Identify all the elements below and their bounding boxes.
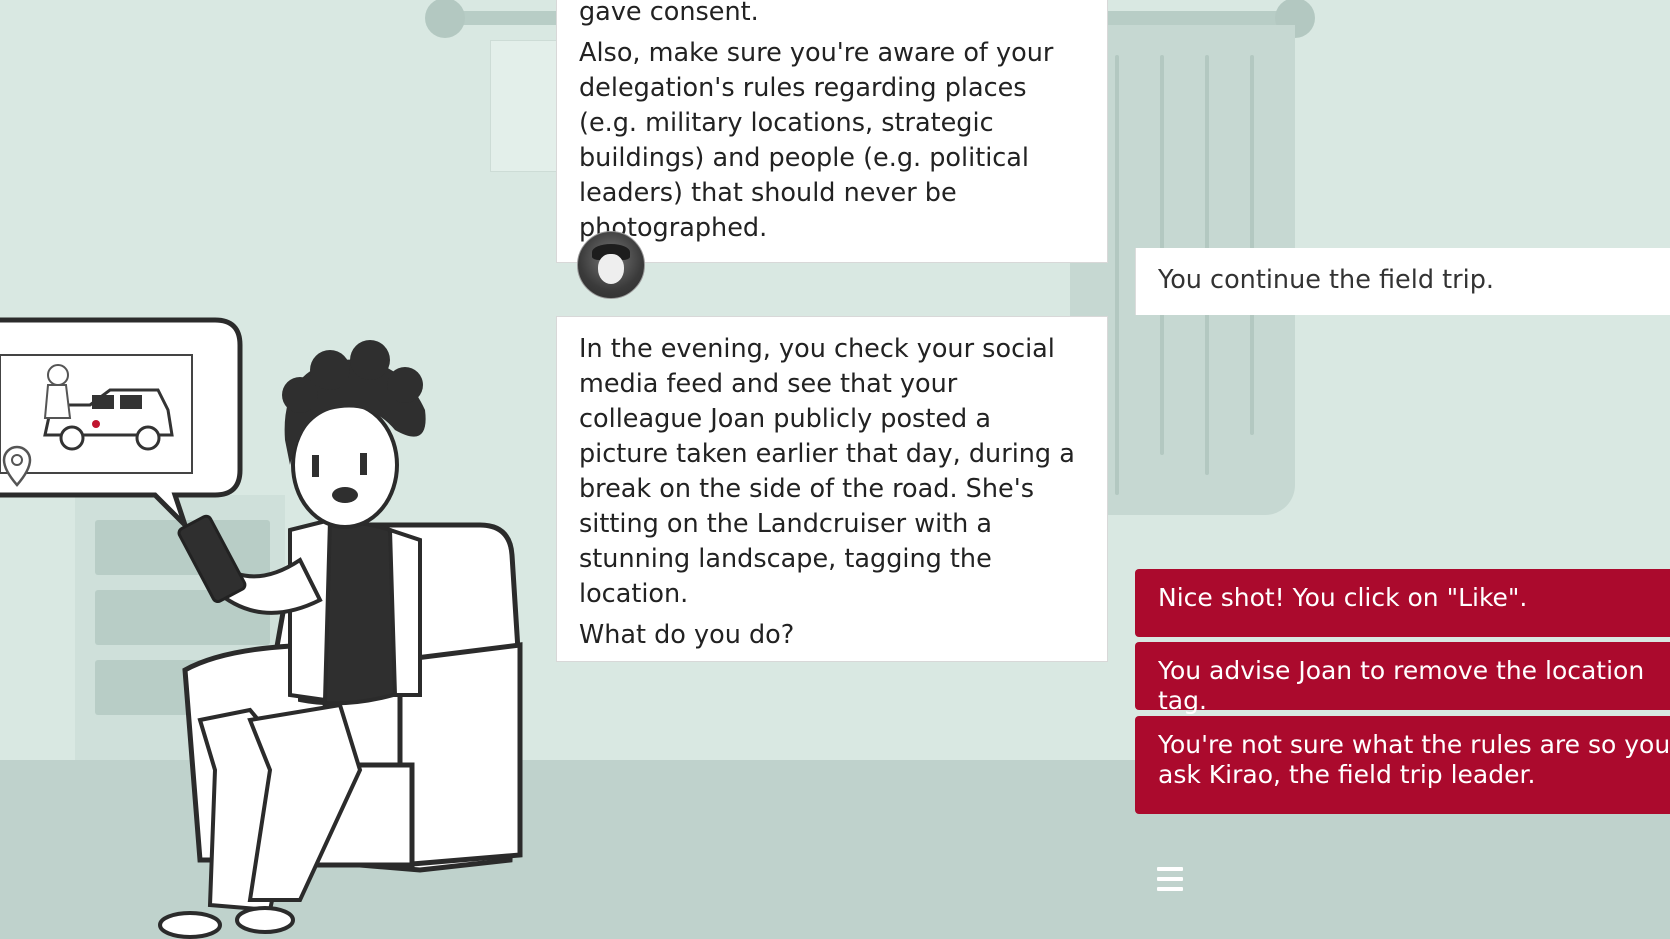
hamburger-menu-icon[interactable] bbox=[1154, 864, 1186, 894]
dialog-line: gave consent. bbox=[579, 0, 759, 27]
status-message: You continue the field trip. bbox=[1135, 248, 1670, 315]
choice-button-advise[interactable]: You advise Joan to remove the location t… bbox=[1135, 642, 1670, 715]
narration-card: In the evening, you check your social me… bbox=[556, 316, 1108, 662]
choice-button-like[interactable]: Nice shot! You click on "Like". bbox=[1135, 569, 1670, 637]
rod-end-left bbox=[425, 0, 465, 38]
question-text: What do you do? bbox=[579, 620, 795, 650]
previous-dialog-card: gave consent. Also, make sure you're awa… bbox=[556, 0, 1108, 263]
woman-on-phone-illustration bbox=[0, 317, 523, 939]
choice-button-ask-leader[interactable]: You're not sure what the rules are so yo… bbox=[1135, 716, 1670, 814]
speaker-avatar bbox=[577, 231, 645, 299]
narration-text: In the evening, you check your social me… bbox=[579, 334, 1075, 609]
dialog-line: Also, make sure you're aware of your del… bbox=[579, 38, 1054, 243]
